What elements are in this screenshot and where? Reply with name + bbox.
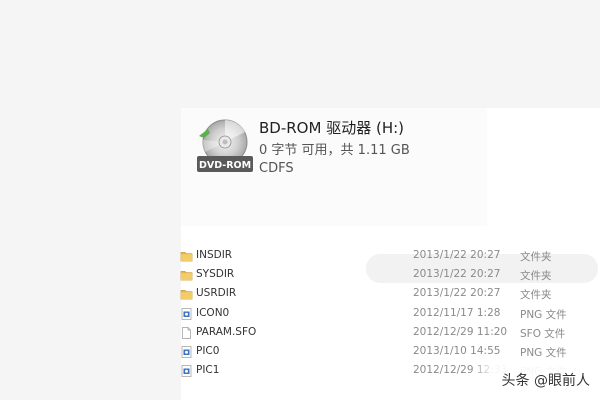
file-name: SYSDIR: [196, 268, 235, 281]
drive-name[interactable]: BD-ROM 驱动器 (H:): [259, 117, 404, 138]
file-name: PARAM.SFO: [196, 325, 257, 338]
drive-filesystem: CDFS: [259, 161, 294, 176]
folder-icon: [180, 250, 193, 262]
file-date-modified: 2013/1/22 20:27: [413, 287, 501, 300]
file-row[interactable]: INSDIR 2013/1/22 20:27 文件夹: [180, 247, 600, 266]
file-row[interactable]: PARAM.SFO 2012/12/29 11:20 SFO 文件: [180, 324, 600, 343]
file-type: 文件夹: [520, 270, 552, 283]
file-date-modified: 2013/1/22 20:27: [413, 268, 501, 281]
image-file-icon: [180, 307, 193, 320]
image-file-icon: [180, 346, 193, 358]
file-name: PIC1: [196, 364, 220, 377]
file-row[interactable]: SYSDIR 2013/1/22 20:27 文件夹: [180, 266, 600, 285]
watermark-text: 头条 @眼前人: [501, 373, 590, 389]
file-type: 文件夹: [520, 251, 552, 263]
dvd-rom-drive-icon[interactable]: DVD-ROM: [196, 118, 254, 176]
file-type: PNG 文件: [520, 308, 567, 321]
file-date-modified: 2012/12/29 11:20: [413, 325, 508, 338]
file-name: USRDIR: [196, 287, 237, 300]
drive-free-space: 0 字节 可用，共 1.11 GB: [259, 143, 410, 158]
watermark: 头条 @眼前人: [470, 360, 600, 400]
drive-icon-label: DVD-ROM: [199, 160, 251, 171]
file-row[interactable]: USRDIR 2013/1/22 20:27 文件夹: [180, 285, 600, 304]
file-date-modified: 2013/1/10 14:55: [413, 345, 501, 357]
folder-icon: [180, 269, 193, 281]
file-type: 文件夹: [520, 289, 552, 302]
file-date-modified: 2013/1/22 20:27: [413, 249, 501, 261]
file-type: PNG 文件: [520, 347, 567, 359]
generic-file-icon: [180, 326, 193, 339]
file-date-modified: 2012/11/17 1:28: [413, 306, 501, 319]
folder-icon: [180, 288, 193, 300]
file-name: PIC0: [196, 345, 220, 357]
file-name: ICON0: [196, 306, 230, 319]
image-file-icon: [180, 365, 193, 378]
file-row[interactable]: ICON0 2012/11/17 1:28 PNG 文件: [180, 305, 600, 324]
file-type: SFO 文件: [520, 327, 566, 340]
file-name: INSDIR: [196, 249, 233, 261]
